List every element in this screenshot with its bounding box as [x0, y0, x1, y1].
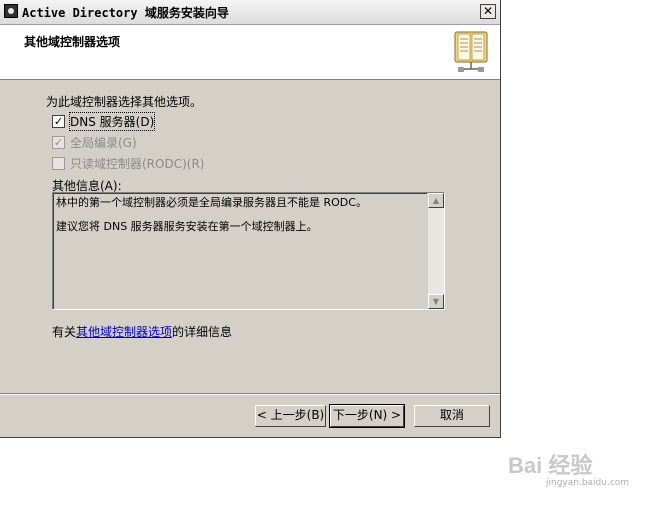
title-bar[interactable]: Active Directory 域服务安装向导 ✕	[0, 0, 500, 25]
watermark-url: jingyan.baidu.com	[546, 478, 630, 488]
more-info-link[interactable]: 其他域控制器选项	[76, 325, 172, 339]
additional-info-box[interactable]: 林中的第一个域控制器必须是全局编录服务器且不能是 RODC。 建议您将 DNS …	[52, 192, 445, 310]
watermark-brand: Bai 经验	[508, 453, 593, 478]
close-button[interactable]: ✕	[480, 4, 496, 19]
cancel-button[interactable]: 取消	[414, 405, 490, 427]
global-catalog-option: ✓ 全局编录(G)	[52, 134, 137, 150]
info-text-area[interactable]: 林中的第一个域控制器必须是全局编录服务器且不能是 RODC。 建议您将 DNS …	[53, 193, 427, 309]
info-line-1: 林中的第一个域控制器必须是全局编录服务器且不能是 RODC。	[56, 196, 367, 209]
wizard-header: 其他域控制器选项	[0, 25, 500, 80]
baidu-watermark: Bai 经验 jingyan.baidu.com	[498, 440, 630, 500]
scroll-up-button[interactable]: ▲	[428, 193, 444, 208]
info-line-2: 建议您将 DNS 服务器服务安装在第一个域控制器上。	[56, 220, 318, 233]
more-info-suffix: 的详细信息	[172, 325, 233, 339]
footer-divider	[0, 393, 500, 395]
page-title: 其他域控制器选项	[24, 35, 121, 49]
rodc-checkbox	[52, 156, 65, 170]
scroll-down-button[interactable]: ▼	[428, 294, 444, 309]
rodc-label: 只读域控制器(RODC)(R)	[70, 156, 205, 171]
dns-server-checkbox[interactable]: ✓	[52, 114, 65, 128]
rodc-option: 只读域控制器(RODC)(R)	[52, 155, 204, 171]
app-icon	[4, 4, 18, 18]
back-button[interactable]: < 上一步(B)	[255, 405, 326, 427]
options-prompt: 为此域控制器选择其他选项。	[46, 95, 203, 109]
more-info-text: 有关其他域控制器选项的详细信息	[52, 323, 232, 340]
info-scrollbar[interactable]: ▲ ▼	[428, 193, 444, 309]
more-info-prefix: 有关	[52, 325, 77, 339]
wizard-content: 为此域控制器选择其他选项。 ✓ DNS 服务器(D) ✓ 全局编录(G) 只读域…	[0, 80, 500, 392]
dns-server-option[interactable]: ✓ DNS 服务器(D)	[52, 111, 156, 131]
global-catalog-checkbox: ✓	[52, 135, 65, 149]
global-catalog-label: 全局编录(G)	[70, 135, 137, 150]
dns-server-label[interactable]: DNS 服务器(D)	[68, 111, 156, 131]
book-icon	[454, 31, 488, 72]
window-title: Active Directory 域服务安装向导	[22, 6, 229, 20]
next-button[interactable]: 下一步(N) >	[329, 404, 405, 428]
wizard-dialog: Active Directory 域服务安装向导 ✕ 其他域控制器选项 为此域控…	[0, 0, 501, 438]
